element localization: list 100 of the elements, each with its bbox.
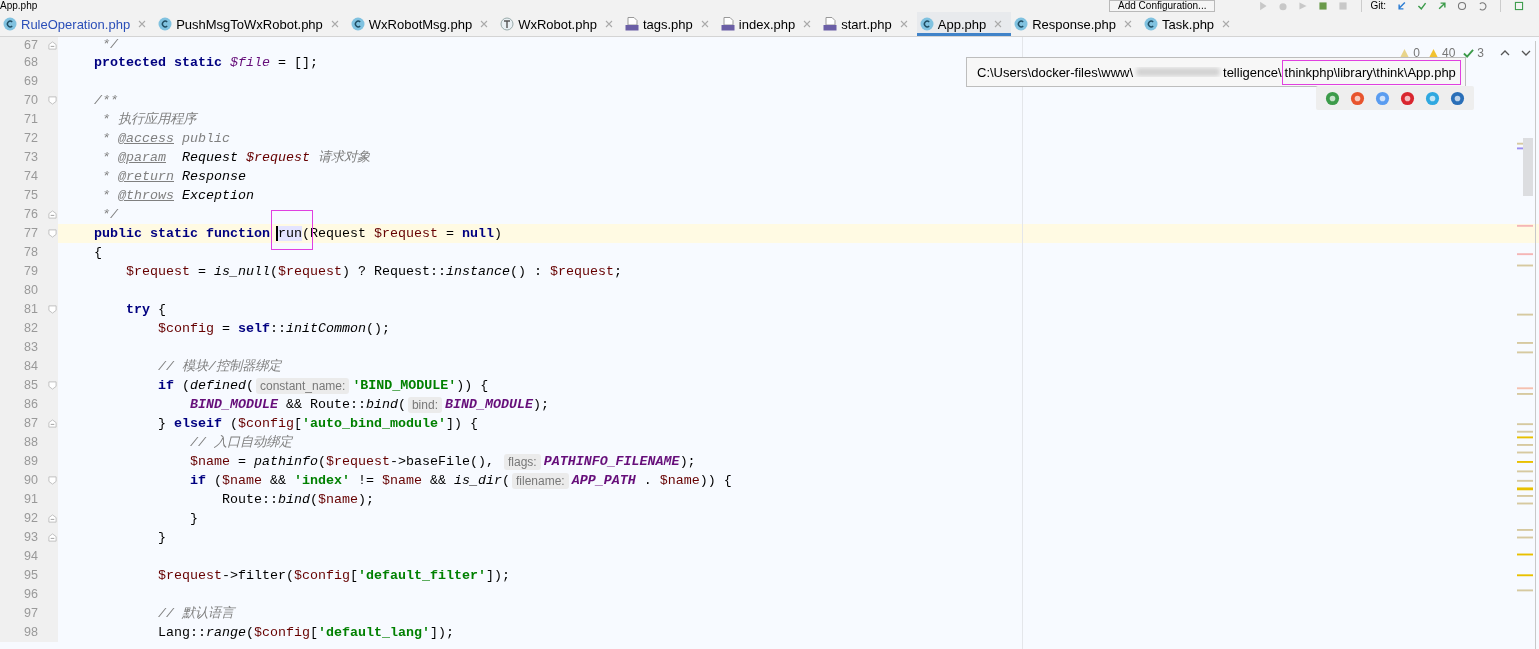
browser-icon[interactable] [1450,90,1465,106]
fold-icon[interactable] [47,229,57,238]
editor-tab[interactable]: tags.php [621,12,718,36]
push-icon[interactable] [1437,1,1447,11]
fold-icon[interactable] [47,381,57,390]
line-number: 84 [23,358,39,375]
line-number: 97 [23,605,39,622]
editor-tab[interactable]: PushMsgToWxRobot.php [155,12,348,36]
close-icon[interactable] [803,20,812,28]
code-text: // 入口自动绑定 [188,434,292,452]
code-text: * @param Request $request 请求对象 [101,149,370,167]
browser-icon[interactable] [1425,90,1440,106]
code-text: try { [125,301,166,319]
code-text: // 默认语言 [156,605,234,623]
editor-tab[interactable]: WxRobot.php [497,12,622,36]
browser-icon[interactable] [1375,90,1390,106]
close-icon[interactable] [480,20,489,28]
line-number: 69 [23,73,39,90]
warning-icon [1427,47,1439,59]
editor-tab[interactable]: RuleOperation.php [0,12,156,36]
fold-icon[interactable] [47,210,57,219]
code-text: $name = pathinfo($request->baseFile(), [188,453,495,471]
editor-tab[interactable]: App.php [916,12,1012,36]
code-text: BIND_MODULE); [444,396,549,414]
code-text: Lang::range($config['default_lang']); [156,624,454,642]
class-icon [919,17,934,31]
close-icon[interactable] [1222,20,1231,28]
add-configuration-button[interactable]: Add Configuration... [1109,0,1216,12]
class-icon [3,17,17,31]
editor-tab[interactable]: index.php [717,12,821,36]
editor-tab[interactable]: WxRobotMsg.php [347,12,498,36]
code-text: * @throws Exception [101,187,254,205]
code-text: 'BIND_MODULE')) { [352,377,489,395]
close-icon[interactable] [1124,20,1133,28]
fold-icon[interactable] [47,476,57,485]
fold-icon[interactable] [47,514,57,523]
code-text: if (defined( [156,377,254,395]
class-icon [350,17,365,31]
browser-icon[interactable] [1400,90,1415,106]
code-text: { [93,244,102,262]
editor-tab[interactable]: start.php [820,12,917,36]
line-number: 68 [23,54,39,71]
code-text: } elseif ($config['auto_bind_module']) { [156,415,478,433]
rollback-icon[interactable] [1477,1,1487,11]
fold-icon[interactable] [47,419,57,428]
line-number: 90 [23,472,39,489]
history-icon[interactable] [1457,1,1467,11]
close-icon[interactable] [700,20,709,28]
line-number: 70 [23,92,39,109]
line-number: 83 [23,339,39,356]
line-number: 96 [23,586,39,603]
fold-icon[interactable] [47,96,57,105]
line-number: 77 [23,225,39,242]
window-icon[interactable] [1514,1,1524,11]
code-text: if ($name && 'index' != $name && is_dir( [188,472,510,490]
class-icon [1014,17,1029,31]
browser-icon[interactable] [1325,90,1340,106]
line-number: 95 [23,567,39,584]
check-icon [1463,47,1475,59]
line-number: 80 [23,282,39,299]
scrollbar-thumb[interactable] [1523,138,1533,196]
path-text: thinkphp\library\think\App.php [1281,59,1461,85]
close-icon[interactable] [994,20,1003,28]
editor-tab[interactable]: Response.php [1011,12,1142,36]
parameter-hint: constant_name: [256,377,350,394]
close-icon[interactable] [604,20,613,28]
code-text: BIND_MODULE && Route::bind( [188,396,406,414]
code-text: * @access public [101,130,230,148]
close-icon[interactable] [330,20,339,28]
commit-icon[interactable] [1417,1,1427,11]
line-number: 98 [23,624,39,641]
stop-icon[interactable] [1338,1,1349,11]
line-number: 89 [23,453,39,470]
fold-icon[interactable] [47,305,57,314]
close-icon[interactable] [899,20,908,28]
code-text: } [188,510,198,528]
code-text: * @return Response [101,168,246,186]
editor-tab[interactable]: Task.php [1141,12,1240,36]
path-text: telligence\ [1223,64,1282,80]
close-icon[interactable] [138,20,147,28]
fold-icon[interactable] [47,40,57,50]
code-text: } [156,529,166,547]
debug-icon[interactable] [1278,1,1289,11]
php-file-icon [823,17,838,31]
line-number: 75 [23,187,39,204]
line-number: 67 [23,37,39,53]
line-number: 72 [23,130,39,147]
code-text: PATHINFO_FILENAME); [543,453,696,471]
browser-icon[interactable] [1350,90,1365,106]
line-number: 81 [23,301,39,318]
line-number: 79 [23,263,39,280]
fold-icon[interactable] [47,533,57,542]
parameter-hint: flags: [503,453,541,470]
php-file-icon [720,17,735,31]
update-icon[interactable] [1397,1,1407,11]
path-text: C:\Users\docker-files\www\ [977,64,1134,80]
code-text: /** [93,92,118,110]
code-text: $request->filter($config['default_filter']); [156,567,510,585]
weak-warning-icon [1399,47,1411,59]
code-text: */ [101,37,118,53]
